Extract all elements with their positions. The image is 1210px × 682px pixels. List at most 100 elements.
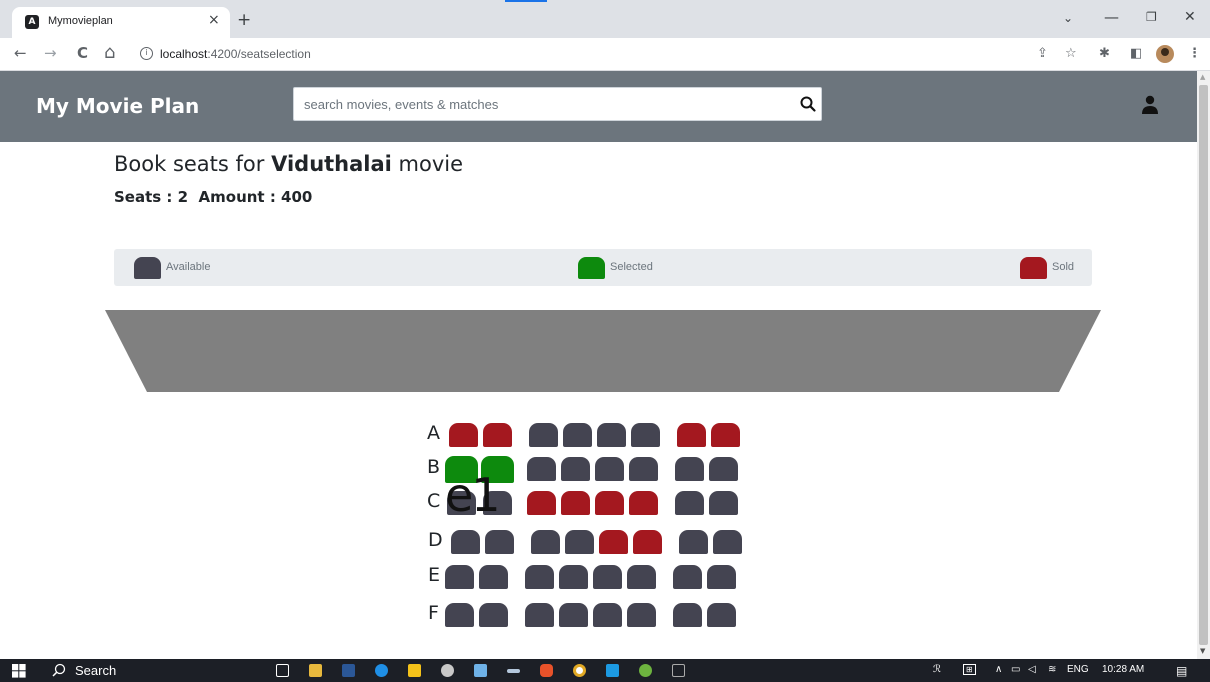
seat-a5-available[interactable] bbox=[597, 423, 626, 447]
seat-e1-available[interactable] bbox=[445, 565, 474, 589]
seat-legend: Available Selected Sold bbox=[114, 249, 1092, 286]
window-minimize-button[interactable]: — bbox=[1104, 8, 1119, 26]
amount-value: 400 bbox=[281, 188, 313, 206]
browser-tab[interactable]: A Mymovieplan × bbox=[12, 7, 230, 38]
home-button[interactable]: ⌂ bbox=[104, 42, 115, 63]
seat-d8-available[interactable] bbox=[713, 530, 742, 554]
notepad-icon[interactable] bbox=[474, 664, 487, 677]
seat-b8-available[interactable] bbox=[709, 457, 738, 481]
brave-icon[interactable] bbox=[540, 664, 553, 677]
seat-c8-available[interactable] bbox=[709, 491, 738, 515]
taskbar-search-icon[interactable] bbox=[52, 663, 66, 677]
taskbar-input-icon[interactable]: ⊞ bbox=[963, 664, 976, 675]
seat-f6-available[interactable] bbox=[627, 603, 656, 627]
seat-f8-available[interactable] bbox=[707, 603, 736, 627]
seats-count: 2 bbox=[177, 188, 189, 206]
seat-a6-available[interactable] bbox=[631, 423, 660, 447]
taskbar-search-label[interactable]: Search bbox=[75, 663, 116, 678]
reload-button[interactable]: C bbox=[77, 44, 88, 62]
browser-toolbar: ← → C ⌂ i localhost:4200/seatselection ⇪… bbox=[0, 38, 1210, 71]
seat-f2-available[interactable] bbox=[479, 603, 508, 627]
seats-label: Seats : bbox=[114, 188, 178, 206]
seat-d7-available[interactable] bbox=[679, 530, 708, 554]
scroll-up-arrow-icon[interactable]: ▲ bbox=[1200, 73, 1205, 81]
battery-icon[interactable]: ▭ bbox=[1011, 664, 1020, 675]
seat-a4-available[interactable] bbox=[563, 423, 592, 447]
language-indicator[interactable]: ENG bbox=[1067, 664, 1089, 675]
people-icon[interactable]: ℛ bbox=[933, 664, 941, 675]
wifi-icon[interactable]: ≋ bbox=[1048, 664, 1056, 675]
seat-e8-available[interactable] bbox=[707, 565, 736, 589]
seat-f4-available[interactable] bbox=[559, 603, 588, 627]
site-info-icon[interactable]: i bbox=[140, 47, 153, 60]
clock[interactable]: 10:28 AM bbox=[1102, 664, 1144, 675]
address-bar[interactable]: localhost:4200/seatselection bbox=[160, 47, 311, 61]
profile-avatar[interactable] bbox=[1156, 45, 1174, 63]
seat-e5-available[interactable] bbox=[593, 565, 622, 589]
seat-b7-available[interactable] bbox=[675, 457, 704, 481]
spring-tool-icon[interactable] bbox=[639, 664, 652, 677]
title-suffix: movie bbox=[391, 152, 464, 176]
seat-d3-available[interactable] bbox=[531, 530, 560, 554]
search-icon[interactable] bbox=[799, 95, 817, 113]
photos-icon[interactable] bbox=[441, 664, 454, 677]
windows-start-icon[interactable] bbox=[12, 664, 26, 678]
seat-f1-available[interactable] bbox=[445, 603, 474, 627]
side-panel-icon[interactable]: ◧ bbox=[1130, 46, 1142, 61]
notifications-icon[interactable]: ▤ bbox=[1176, 664, 1187, 678]
seat-e6-available[interactable] bbox=[627, 565, 656, 589]
seat-b5-available[interactable] bbox=[595, 457, 624, 481]
app-icon[interactable] bbox=[507, 669, 520, 673]
row-label-a: A bbox=[427, 422, 440, 444]
seat-d2-available[interactable] bbox=[485, 530, 514, 554]
share-icon[interactable]: ⇪ bbox=[1037, 46, 1048, 61]
seat-f5-available[interactable] bbox=[593, 603, 622, 627]
brand-logo[interactable]: My Movie Plan bbox=[36, 94, 199, 118]
vscode-icon[interactable] bbox=[606, 664, 619, 677]
tab-close-button[interactable]: × bbox=[208, 12, 220, 28]
edge-icon[interactable] bbox=[375, 664, 388, 677]
bookmark-star-icon[interactable]: ☆ bbox=[1065, 46, 1077, 61]
seat-e7-available[interactable] bbox=[673, 565, 702, 589]
row-label-b: B bbox=[427, 456, 441, 478]
window-close-button[interactable]: ✕ bbox=[1184, 9, 1196, 25]
seat-e4-available[interactable] bbox=[559, 565, 588, 589]
url-host: localhost bbox=[160, 47, 208, 61]
seat-f7-available[interactable] bbox=[673, 603, 702, 627]
seat-c7-available[interactable] bbox=[675, 491, 704, 515]
legend-selected-label: Selected bbox=[610, 261, 653, 273]
browser-menu-icon[interactable]: ⋮ bbox=[1188, 46, 1201, 61]
seat-c3-sold bbox=[527, 491, 556, 515]
user-profile-icon[interactable] bbox=[1141, 95, 1159, 115]
tab-search-chevron-icon[interactable]: ⌄ bbox=[1063, 11, 1073, 25]
tray-overflow-chevron-icon[interactable]: ∧ bbox=[995, 664, 1002, 675]
seat-a8-sold bbox=[711, 423, 740, 447]
row-label-d: D bbox=[428, 529, 443, 551]
scroll-down-arrow-icon[interactable]: ▼ bbox=[1200, 647, 1205, 655]
chrome-icon[interactable] bbox=[573, 664, 586, 677]
back-button[interactable]: ← bbox=[14, 44, 27, 62]
volume-icon[interactable]: ◁ bbox=[1028, 664, 1036, 675]
seat-e3-available[interactable] bbox=[525, 565, 554, 589]
task-view-icon[interactable] bbox=[276, 664, 289, 677]
seat-b4-available[interactable] bbox=[561, 457, 590, 481]
seat-d4-available[interactable] bbox=[565, 530, 594, 554]
search-input[interactable] bbox=[294, 88, 784, 120]
extensions-puzzle-icon[interactable]: ✱ bbox=[1099, 46, 1110, 61]
page-scrollbar[interactable]: ▲ ▼ bbox=[1197, 71, 1210, 659]
scroll-thumb[interactable] bbox=[1199, 85, 1208, 645]
overlay-text: e1 bbox=[445, 468, 501, 522]
seat-f3-available[interactable] bbox=[525, 603, 554, 627]
window-maximize-button[interactable]: ❐ bbox=[1146, 10, 1157, 24]
terminal-icon[interactable] bbox=[672, 664, 685, 677]
sticky-notes-icon[interactable] bbox=[408, 664, 421, 677]
seat-b6-available[interactable] bbox=[629, 457, 658, 481]
file-explorer-icon[interactable] bbox=[309, 664, 322, 677]
seat-a3-available[interactable] bbox=[529, 423, 558, 447]
forward-button[interactable]: → bbox=[44, 44, 57, 62]
seat-b3-available[interactable] bbox=[527, 457, 556, 481]
seat-e2-available[interactable] bbox=[479, 565, 508, 589]
new-tab-button[interactable]: + bbox=[237, 10, 251, 30]
seat-d1-available[interactable] bbox=[451, 530, 480, 554]
word-icon[interactable] bbox=[342, 664, 355, 677]
